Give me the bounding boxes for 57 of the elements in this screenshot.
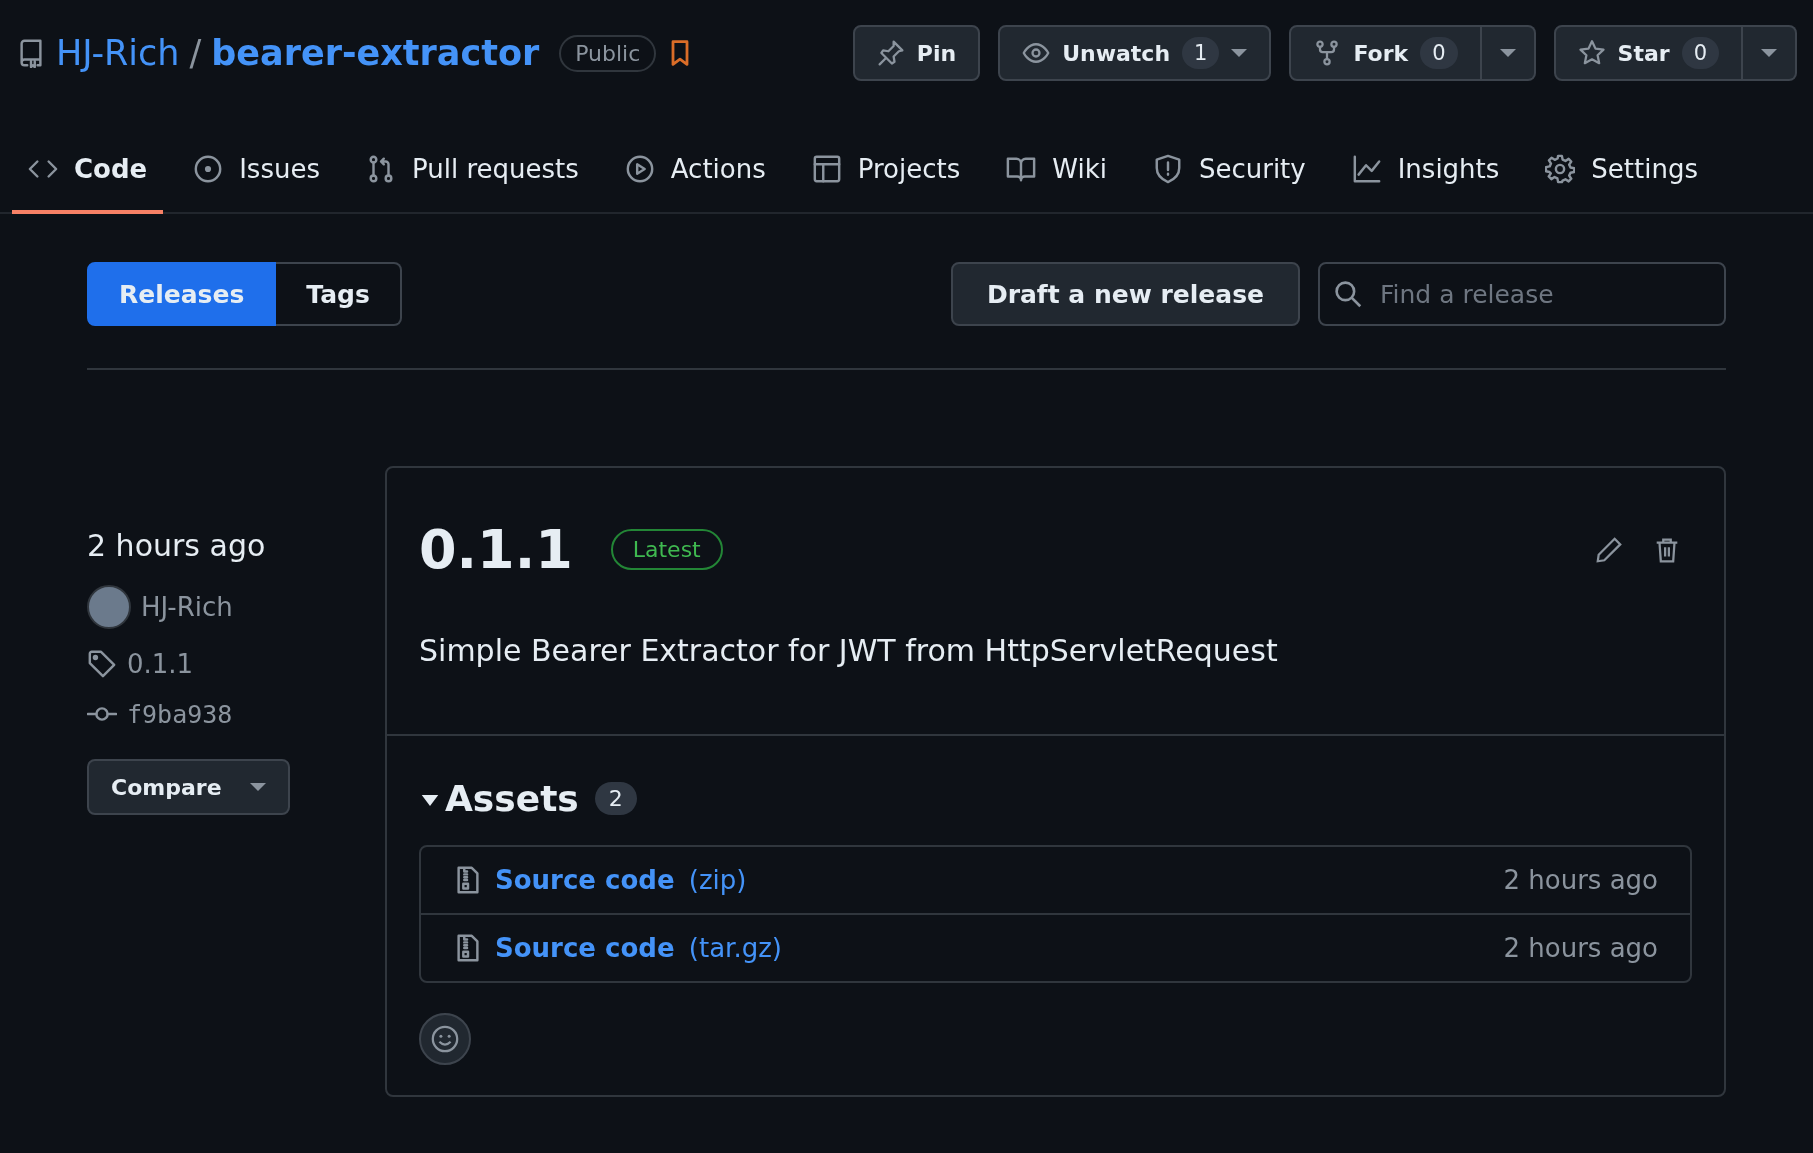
nav-tab[interactable]: Settings (1529, 154, 1714, 214)
repo-action-button[interactable]: Fork 0 (1289, 25, 1482, 81)
smiley-icon (430, 1024, 460, 1054)
commit-link[interactable]: f9ba938 (127, 699, 233, 729)
table-icon (811, 154, 842, 184)
asset-link[interactable]: Source code (zip) (495, 865, 747, 895)
graph-icon (1351, 154, 1382, 184)
nav-tab[interactable]: Pull requests (350, 154, 595, 214)
subnav-tab[interactable]: Tags (276, 262, 402, 326)
asset-time: 2 hours ago (1503, 865, 1658, 895)
avatar (87, 585, 131, 629)
caret-icon (1231, 49, 1248, 57)
caret-icon (1499, 49, 1516, 57)
subnav-tab[interactable]: Releases (87, 262, 277, 326)
path-separator: / (189, 33, 202, 73)
compare-button[interactable]: Compare (87, 759, 290, 815)
nav-tab[interactable]: Wiki (990, 154, 1123, 214)
tag-icon (87, 649, 117, 679)
book-icon (1006, 154, 1037, 184)
nav-tab[interactable]: Projects (795, 154, 977, 214)
pencil-icon[interactable] (1594, 534, 1624, 565)
tag-link[interactable]: 0.1.1 (127, 649, 194, 679)
visibility-label: Public (559, 34, 657, 72)
repo-owner-link[interactable]: HJ-Rich (56, 33, 180, 73)
latest-badge: Latest (610, 529, 723, 570)
release-title: 0.1.1 (419, 518, 573, 581)
asset-count: 2 (594, 782, 637, 815)
repo-action-button[interactable]: Unwatch 1 (998, 25, 1272, 81)
add-reaction-button[interactable] (419, 1013, 471, 1065)
caret-icon (249, 783, 266, 791)
asset-time: 2 hours ago (1503, 933, 1658, 963)
author-link[interactable]: HJ-Rich (141, 592, 233, 622)
counter: 1 (1182, 37, 1220, 69)
counter: 0 (1420, 37, 1458, 69)
caret-icon (1761, 49, 1777, 57)
release-time: 2 hours ago (87, 528, 266, 563)
assets-toggle[interactable]: Assets (419, 778, 579, 819)
nav-tab[interactable]: Code (12, 154, 164, 214)
settings-icon (1545, 154, 1576, 184)
repo-action-button[interactable]: Star 0 (1553, 25, 1743, 81)
star-icon (1577, 39, 1606, 67)
counter: 0 (1681, 37, 1719, 69)
release-description: Simple Bearer Extractor for JWT from HttpServletRequest (419, 633, 1279, 668)
pin-icon (876, 39, 905, 67)
nav-tab[interactable]: Actions (608, 154, 782, 214)
asset-link[interactable]: Source code (tar.gz) (495, 933, 782, 963)
repo-name-link[interactable]: bearer-extractor (211, 33, 540, 73)
draft-release-button[interactable]: Draft a new release (950, 262, 1300, 326)
pull-request-icon (366, 154, 396, 184)
repo-action-button[interactable]: Pin (852, 25, 981, 81)
play-icon (624, 154, 655, 184)
nav-tab[interactable]: Security (1136, 154, 1322, 214)
nav-tab[interactable]: Issues (177, 154, 336, 214)
circle-dot-icon (193, 154, 224, 184)
search-icon (1334, 280, 1362, 308)
search-field[interactable]: Find a release (1318, 262, 1726, 326)
nav-tab[interactable]: Insights (1335, 154, 1516, 214)
